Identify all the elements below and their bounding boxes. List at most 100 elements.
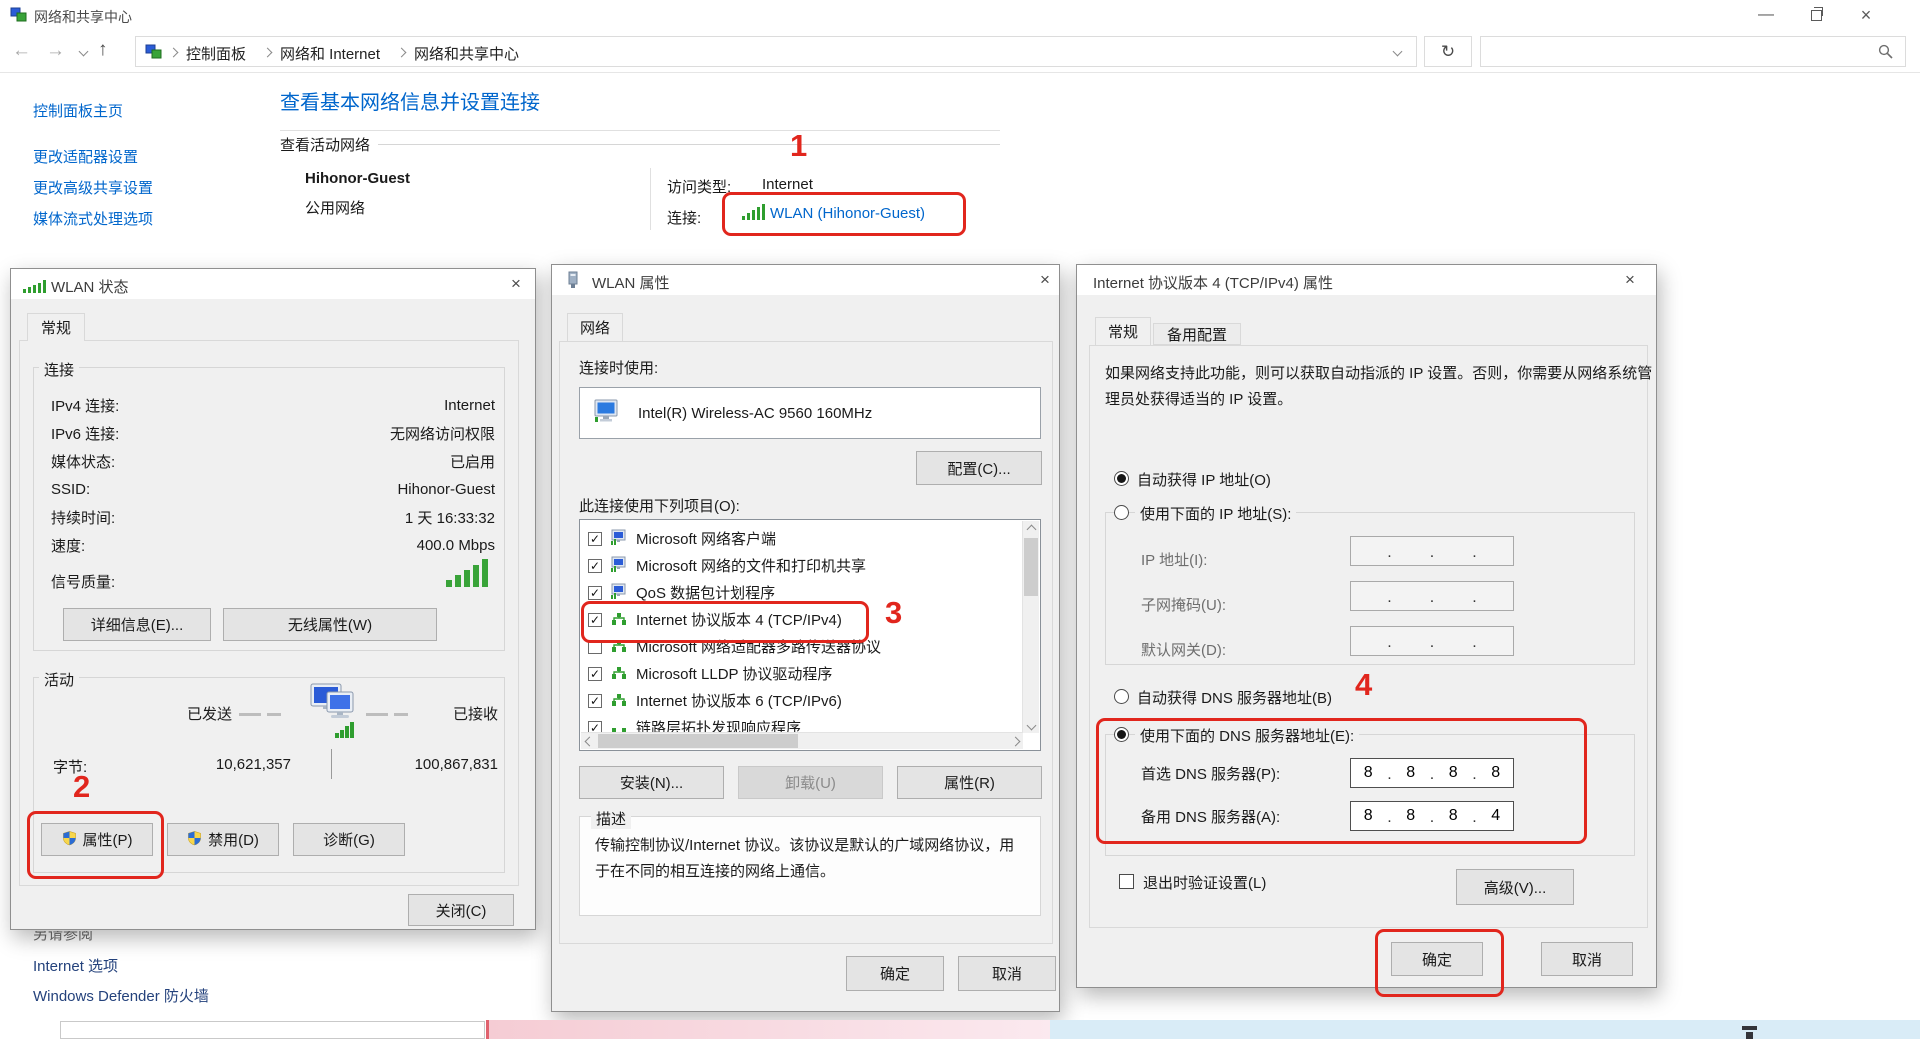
ok-button[interactable]: 确定 — [846, 956, 944, 991]
nav-history-chevron-icon[interactable] — [79, 47, 89, 57]
tab-network[interactable]: 网络 — [567, 313, 623, 341]
status-row: IPv4 连接:Internet — [51, 391, 495, 419]
tab-general[interactable]: 常规 — [1095, 317, 1151, 345]
button-label: 诊断(G) — [323, 829, 375, 850]
tab-alternate-config[interactable]: 备用配置 — [1153, 323, 1241, 345]
item-properties-button[interactable]: 属性(R) — [897, 766, 1042, 799]
close-button[interactable]: × — [1843, 0, 1889, 30]
cancel-button[interactable]: 取消 — [958, 956, 1056, 991]
breadcrumb-network-internet[interactable]: 网络和 Internet — [280, 43, 380, 64]
checkbox[interactable]: ✓ — [588, 532, 602, 546]
button-label: 取消 — [1572, 949, 1602, 970]
back-icon[interactable]: ← — [12, 41, 31, 60]
search-input[interactable] — [1480, 36, 1906, 67]
row-value: Hihonor-Guest — [397, 481, 495, 498]
ok-button[interactable]: 确定 — [1391, 942, 1483, 976]
checkbox[interactable]: ✓ — [588, 694, 602, 708]
cancel-button[interactable]: 取消 — [1541, 942, 1633, 976]
wlan-connection-link[interactable]: WLAN (Hihonor-Guest) — [770, 205, 925, 222]
close-icon[interactable]: × — [511, 274, 521, 294]
properties-button[interactable]: 属性(P) — [41, 823, 153, 856]
radio-auto-ip[interactable] — [1114, 471, 1129, 486]
diagnose-button[interactable]: 诊断(G) — [293, 823, 405, 856]
window-title: 网络和共享中心 — [34, 7, 132, 27]
sidebar-item-change-adapter-settings[interactable]: 更改适配器设置 — [33, 146, 138, 167]
list-item[interactable]: Microsoft 网络适配器多路传送器协议 — [580, 633, 881, 660]
scrollbar-thumb[interactable] — [598, 734, 798, 748]
radio-auto-dns[interactable] — [1114, 689, 1129, 704]
bytes-sent-value: 10,621,357 — [161, 756, 291, 773]
dns-primary-input[interactable]: 8.8.8.8 — [1350, 758, 1514, 788]
sidebar-item-advanced-sharing[interactable]: 更改高级共享设置 — [33, 177, 153, 198]
tab-general[interactable]: 常规 — [27, 313, 85, 341]
wlan-status-icon — [23, 280, 46, 293]
annotation-number-1: 1 — [790, 130, 807, 161]
radio-manual-dns[interactable] — [1114, 727, 1129, 742]
checkbox[interactable]: ✓ — [588, 667, 602, 681]
close-icon[interactable]: × — [1625, 270, 1635, 290]
list-item[interactable]: ✓Internet 协议版本 6 (TCP/IPv6) — [580, 687, 842, 714]
item-label: Microsoft LLDP 协议驱动程序 — [636, 663, 832, 684]
list-item[interactable]: ✓QoS 数据包计划程序 — [580, 579, 775, 606]
breadcrumb-separator-icon — [397, 48, 407, 58]
advanced-button[interactable]: 高级(V)... — [1456, 869, 1574, 905]
restore-button[interactable] — [1793, 0, 1839, 30]
radio-auto-ip-label[interactable]: 自动获得 IP 地址(O) — [1137, 469, 1271, 490]
vertical-scrollbar[interactable] — [1022, 521, 1039, 733]
sidebar-item-control-panel-home[interactable]: 控制面板主页 — [33, 100, 123, 121]
install-button[interactable]: 安装(N)... — [579, 766, 724, 799]
scroll-left-icon[interactable] — [581, 733, 597, 749]
close-icon[interactable]: × — [1040, 270, 1050, 290]
network-activity-icon — [297, 683, 361, 744]
scroll-up-icon[interactable] — [1023, 521, 1039, 537]
minimize-button[interactable]: — — [1743, 0, 1789, 30]
checkbox[interactable]: ✓ — [588, 613, 602, 627]
address-bar[interactable]: 控制面板 网络和 Internet 网络和共享中心 — [135, 36, 1417, 67]
list-item[interactable]: ✓Microsoft 网络客户端 — [580, 525, 776, 552]
sidebar-item-internet-options[interactable]: Internet 选项 — [33, 955, 118, 976]
close-dialog-button[interactable]: 关闭(C) — [408, 894, 514, 926]
divider — [239, 713, 261, 716]
background-window-fragment — [1742, 1026, 1757, 1030]
active-network-section-label: 查看活动网络 — [280, 134, 370, 155]
checkbox[interactable] — [588, 640, 602, 654]
protocol-list[interactable]: ✓Microsoft 网络客户端 ✓Microsoft 网络的文件和打印机共享 … — [579, 519, 1041, 751]
button-label: 安装(N)... — [620, 772, 683, 793]
status-row: 持续时间:1 天 16:33:32 — [51, 503, 495, 531]
sidebar-item-media-streaming[interactable]: 媒体流式处理选项 — [33, 208, 153, 229]
button-label: 高级(V)... — [1484, 877, 1547, 898]
disable-button[interactable]: 禁用(D) — [167, 823, 279, 856]
breadcrumb-network-sharing[interactable]: 网络和共享中心 — [414, 43, 519, 64]
checkbox[interactable]: ✓ — [588, 586, 602, 600]
radio-manual-dns-label[interactable]: 使用下面的 DNS 服务器地址(E): — [1135, 725, 1359, 746]
horizontal-scrollbar[interactable] — [581, 732, 1023, 749]
radio-manual-ip[interactable] — [1114, 505, 1129, 520]
list-item[interactable]: ✓Microsoft 网络的文件和打印机共享 — [580, 552, 866, 579]
scroll-right-icon[interactable] — [1007, 733, 1023, 749]
uninstall-button: 卸载(U) — [738, 766, 883, 799]
scroll-down-icon[interactable] — [1023, 717, 1039, 733]
scrollbar-thumb[interactable] — [1024, 538, 1038, 596]
row-value: 无网络访问权限 — [390, 423, 495, 444]
checkbox[interactable]: ✓ — [588, 559, 602, 573]
radio-manual-ip-label[interactable]: 使用下面的 IP 地址(S): — [1135, 503, 1296, 524]
status-row: 速度:400.0 Mbps — [51, 531, 495, 559]
subnet-mask-label: 子网掩码(U): — [1141, 594, 1226, 615]
list-item[interactable]: ✓ Microsoft LLDP 协议驱动程序 — [580, 660, 832, 687]
wireless-properties-button[interactable]: 无线属性(W) — [223, 608, 437, 641]
details-button[interactable]: 详细信息(E)... — [63, 608, 211, 641]
validate-checkbox[interactable] — [1119, 874, 1134, 889]
dns-alternate-input[interactable]: 8.8.8.4 — [1350, 801, 1514, 831]
address-dropdown-icon[interactable] — [1393, 47, 1403, 57]
subnet-mask-input: ... — [1350, 581, 1514, 611]
protocol-icon — [611, 610, 627, 630]
breadcrumb-control-panel[interactable]: 控制面板 — [186, 43, 246, 64]
validate-checkbox-label[interactable]: 退出时验证设置(L) — [1143, 872, 1266, 893]
up-icon[interactable]: ↑ — [98, 40, 108, 59]
sidebar-item-defender-firewall[interactable]: Windows Defender 防火墙 — [33, 985, 209, 1006]
list-item-tcpipv4[interactable]: ✓Internet 协议版本 4 (TCP/IPv4) — [580, 606, 842, 633]
refresh-button[interactable]: ↻ — [1424, 36, 1472, 67]
forward-icon[interactable]: → — [46, 41, 65, 60]
radio-auto-dns-label[interactable]: 自动获得 DNS 服务器地址(B) — [1137, 687, 1332, 708]
configure-button[interactable]: 配置(C)... — [916, 451, 1042, 485]
